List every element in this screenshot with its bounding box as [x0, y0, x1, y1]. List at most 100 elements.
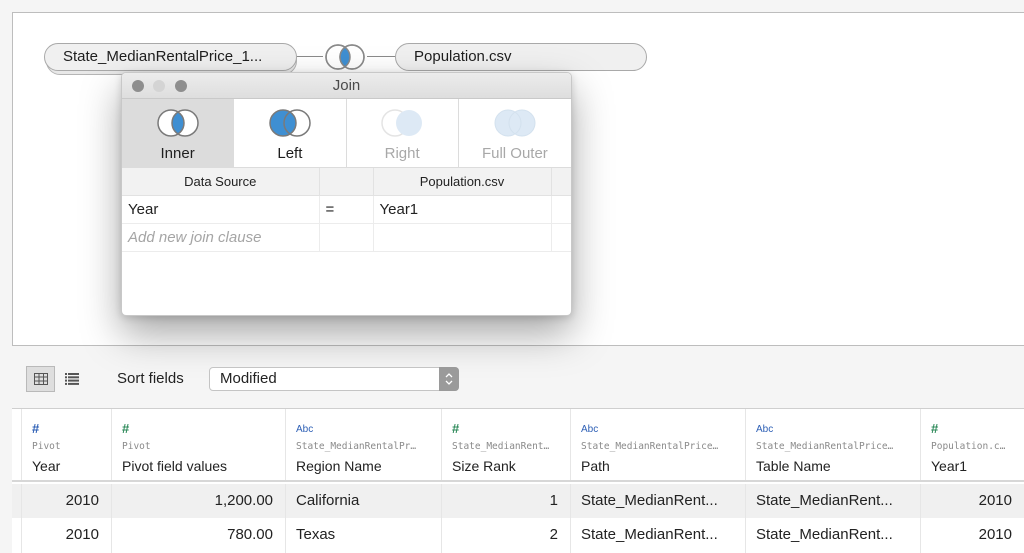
column-source: Pivot: [122, 441, 151, 452]
cell-table-name[interactable]: State_MedianRent...: [746, 484, 921, 518]
join-type-full-outer[interactable]: Full Outer: [459, 99, 571, 167]
column-name: Region Name: [296, 458, 382, 474]
cell-pivot-value[interactable]: 780.00: [112, 518, 286, 553]
clause-spacer: [551, 223, 571, 252]
table-row[interactable]: 2010 1,200.00 California 1 State_MedianR…: [12, 484, 1024, 518]
join-connector-line: [297, 56, 323, 57]
cell-pivot-value[interactable]: 1,200.00: [112, 484, 286, 518]
row-stub: [12, 518, 22, 553]
column-source: Population.c…: [931, 441, 1006, 452]
data-grid: # Pivot Year # Pivot Pivot field values …: [12, 408, 1024, 553]
row-stub: [12, 484, 22, 518]
dialog-title: Join: [332, 77, 361, 94]
column-header[interactable]: # Population.c… Year1: [921, 409, 1024, 480]
join-type-label: Full Outer: [481, 145, 548, 162]
column-header[interactable]: # State_MedianRent… Size Rank: [442, 409, 571, 480]
add-clause-operator: [319, 223, 374, 252]
clause-header-row: Data Source Population.csv: [122, 168, 571, 196]
list-view-icon: [64, 373, 79, 385]
cell-size-rank[interactable]: 1: [442, 484, 571, 518]
column-name: Table Name: [756, 458, 831, 474]
cell-year[interactable]: 2010: [22, 484, 112, 518]
number-type-icon[interactable]: #: [931, 421, 938, 436]
column-header[interactable]: # Pivot Pivot field values: [112, 409, 286, 480]
row-header-stub: [12, 409, 22, 480]
add-clause-row[interactable]: Add new join clause: [122, 223, 571, 252]
number-type-icon[interactable]: #: [122, 421, 129, 436]
string-type-icon[interactable]: Abc: [756, 424, 773, 435]
column-source: State_MedianRent…: [452, 441, 550, 452]
cell-size-rank[interactable]: 2: [442, 518, 571, 553]
grid-toolbar: Sort fields Modified: [0, 362, 1024, 396]
column-name: Pivot field values: [122, 458, 228, 474]
clause-spacer: [551, 195, 571, 224]
sort-fields-select[interactable]: Modified: [209, 367, 459, 391]
column-source: Pivot: [32, 441, 61, 452]
left-table-pill[interactable]: State_MedianRentalPrice_1...: [44, 43, 297, 71]
cell-year1[interactable]: 2010: [921, 484, 1024, 518]
column-name: Size Rank: [452, 458, 516, 474]
clause-header-operator: [319, 168, 374, 196]
clause-header-left: Data Source: [122, 168, 320, 196]
left-join-venn-icon: [269, 109, 311, 137]
list-view-button[interactable]: [57, 366, 86, 392]
column-source: State_MedianRentalPrice…: [756, 441, 894, 452]
left-join-venn-icon: [325, 44, 365, 70]
join-type-label: Left: [277, 145, 303, 162]
join-dialog: Join Inner Left Right Full Outer Data So…: [121, 72, 572, 316]
column-source: State_MedianRentalPr…: [296, 441, 417, 452]
inner-join-venn-icon: [156, 109, 199, 137]
select-stepper[interactable]: [439, 367, 459, 391]
cell-year[interactable]: 2010: [22, 518, 112, 553]
column-name: Year: [32, 458, 61, 474]
column-header[interactable]: Abc State_MedianRentalPrice… Path: [571, 409, 746, 480]
cell-region-name[interactable]: Texas: [286, 518, 442, 553]
join-clause-row[interactable]: Year = Year1: [122, 195, 571, 224]
clause-header-right: Population.csv: [373, 168, 552, 196]
clause-left-field[interactable]: Year: [122, 195, 320, 224]
join-type-left[interactable]: Left: [234, 99, 347, 167]
join-node-button[interactable]: [322, 42, 368, 72]
cell-year1[interactable]: 2010: [921, 518, 1024, 553]
join-type-label: Right: [384, 145, 420, 162]
add-join-clause[interactable]: Add new join clause: [122, 223, 320, 252]
column-header[interactable]: Abc State_MedianRentalPrice… Table Name: [746, 409, 921, 480]
zoom-window-button[interactable]: [175, 80, 187, 92]
add-clause-right: [373, 223, 552, 252]
join-clause-table: Data Source Population.csv Year = Year1 …: [122, 168, 571, 252]
number-type-icon[interactable]: #: [32, 421, 39, 436]
right-join-venn-icon: [381, 109, 423, 137]
grid-view-icon: [33, 373, 48, 385]
full-outer-join-venn-icon: [494, 109, 536, 137]
string-type-icon[interactable]: Abc: [296, 424, 313, 435]
column-header[interactable]: Abc State_MedianRentalPr… Region Name: [286, 409, 442, 480]
join-type-inner[interactable]: Inner: [122, 99, 235, 167]
column-name: Path: [581, 458, 610, 474]
minimize-window-button[interactable]: [153, 80, 165, 92]
string-type-icon[interactable]: Abc: [581, 424, 598, 435]
dialog-titlebar[interactable]: Join: [122, 73, 571, 99]
cell-region-name[interactable]: California: [286, 484, 442, 518]
join-type-selector: Inner Left Right Full Outer: [122, 99, 571, 168]
right-table-pill[interactable]: Population.csv: [395, 43, 647, 71]
cell-table-name[interactable]: State_MedianRent...: [746, 518, 921, 553]
clause-operator[interactable]: =: [319, 195, 374, 224]
close-window-button[interactable]: [132, 80, 144, 92]
cell-path[interactable]: State_MedianRent...: [571, 484, 746, 518]
data-source-page: State_MedianRentalPrice_1... Population.…: [0, 0, 1024, 553]
chevron-up-down-icon: [445, 373, 453, 385]
clause-header-spacer: [551, 168, 571, 196]
column-source: State_MedianRentalPrice…: [581, 441, 719, 452]
join-type-right[interactable]: Right: [347, 99, 459, 167]
grid-view-button[interactable]: [26, 366, 55, 392]
clause-right-field[interactable]: Year1: [373, 195, 552, 224]
number-type-icon[interactable]: #: [452, 421, 459, 436]
table-row[interactable]: 2010 780.00 Texas 2 State_MedianRent... …: [12, 518, 1024, 553]
column-name: Year1: [931, 458, 968, 474]
grid-header-row: # Pivot Year # Pivot Pivot field values …: [12, 409, 1024, 482]
join-connector-line: [367, 56, 395, 57]
sort-fields-label: Sort fields: [117, 370, 184, 387]
column-header[interactable]: # Pivot Year: [22, 409, 112, 480]
join-type-label: Inner: [160, 145, 195, 162]
cell-path[interactable]: State_MedianRent...: [571, 518, 746, 553]
